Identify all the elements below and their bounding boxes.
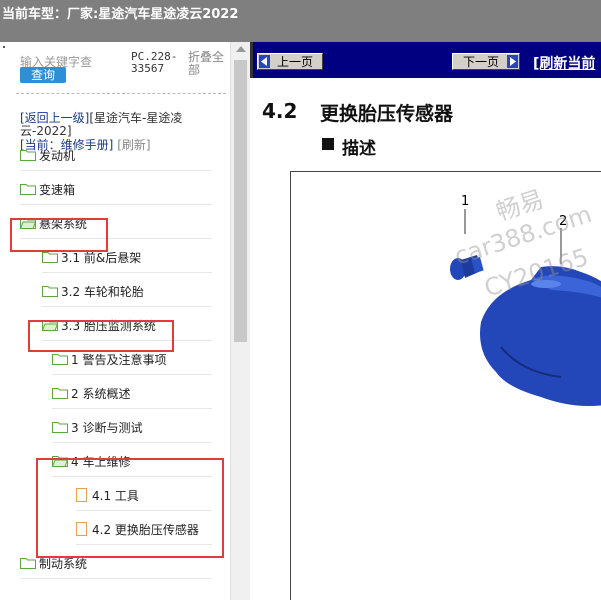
tree-item-label: 3.2 车轮和轮胎 [61,284,144,299]
window-title: 当前车型：厂家:星途汽车星途凌云2022 [2,7,239,22]
breadcrumb: [返回上一级][星途汽车-星途凌云-2022] [20,112,220,138]
next-arrow-icon [507,55,518,68]
highlight-box-onvehicle [36,458,224,558]
back-link[interactable]: [返回上一级] [20,111,89,125]
folder-icon [20,149,36,161]
sidebar-scrollbar[interactable] [230,42,250,600]
tree-item[interactable]: 2 系统概述 [52,381,130,405]
section-title: 更换胎压传感器 [320,103,454,125]
prev-page-button[interactable]: 上一页 [257,53,323,70]
prev-arrow-icon [259,55,270,68]
next-page-button[interactable]: 下一页 [452,53,520,70]
tree-item[interactable]: 3 诊断与测试 [52,415,142,439]
folder-icon [42,285,58,297]
query-button[interactable]: 查询 [20,67,66,83]
scroll-up-icon[interactable] [236,46,246,52]
folder-icon [52,353,68,365]
folder-icon [20,557,36,569]
tree-separator [42,306,212,307]
folder-icon [20,183,36,195]
tree-item-label: 1 警告及注意事项 [71,352,167,367]
refresh-link[interactable]: [刷新] [117,138,150,152]
tree-separator [52,374,212,375]
tree-item[interactable]: 变速箱 [20,177,75,201]
tree-item-label: 2 系统概述 [71,386,131,401]
collapse-all-link[interactable]: 折叠全部 [188,51,228,77]
tree-separator [42,272,212,273]
title-bar: 当前车型：厂家:星途汽车星途凌云2022 [0,0,601,42]
tree-item[interactable]: 发动机 [20,143,75,167]
content-toolbar: 上一页 下一页 [刷新当前 [250,42,601,78]
tree-item-label: 发动机 [39,148,76,163]
refresh-current-link[interactable]: [刷新当前 [533,53,595,73]
folder-icon [42,251,58,263]
tree-item-label: 变速箱 [39,182,76,197]
tree-separator [20,578,212,579]
square-bullet-icon [322,138,334,150]
model-number: PC.228-33567 [131,50,178,75]
section-number: 4.2 [262,99,298,123]
tpms-sensor-illustration [450,209,601,406]
folder-icon [52,421,68,433]
tree-separator [20,204,212,205]
tree-separator [20,170,212,171]
tree-separator [52,442,212,443]
figure-frame: 1 2 畅易 car388.com CY20165 [290,171,601,600]
tree-item-label: 3 诊断与测试 [71,420,143,435]
bullet-dot [3,46,5,48]
highlight-box-suspension [10,218,108,252]
next-page-label: 下一页 [462,55,499,69]
scrollbar-thumb[interactable] [234,60,247,342]
folder-icon [52,387,68,399]
description-heading: 描述 [342,139,376,159]
sidebar: 输入关键字查 查询 PC.228-33567 折叠全部 [返回上一级][星途汽车… [0,42,250,600]
prev-page-label: 上一页 [276,55,313,69]
divider [16,93,226,94]
tree-item[interactable]: 3.2 车轮和轮胎 [42,279,144,303]
content-pane: 上一页 下一页 [刷新当前 4.2 更换胎压传感器 描述 1 2 畅易 car3… [250,42,601,600]
highlight-box-tpms [28,320,174,352]
tree-separator [52,408,212,409]
